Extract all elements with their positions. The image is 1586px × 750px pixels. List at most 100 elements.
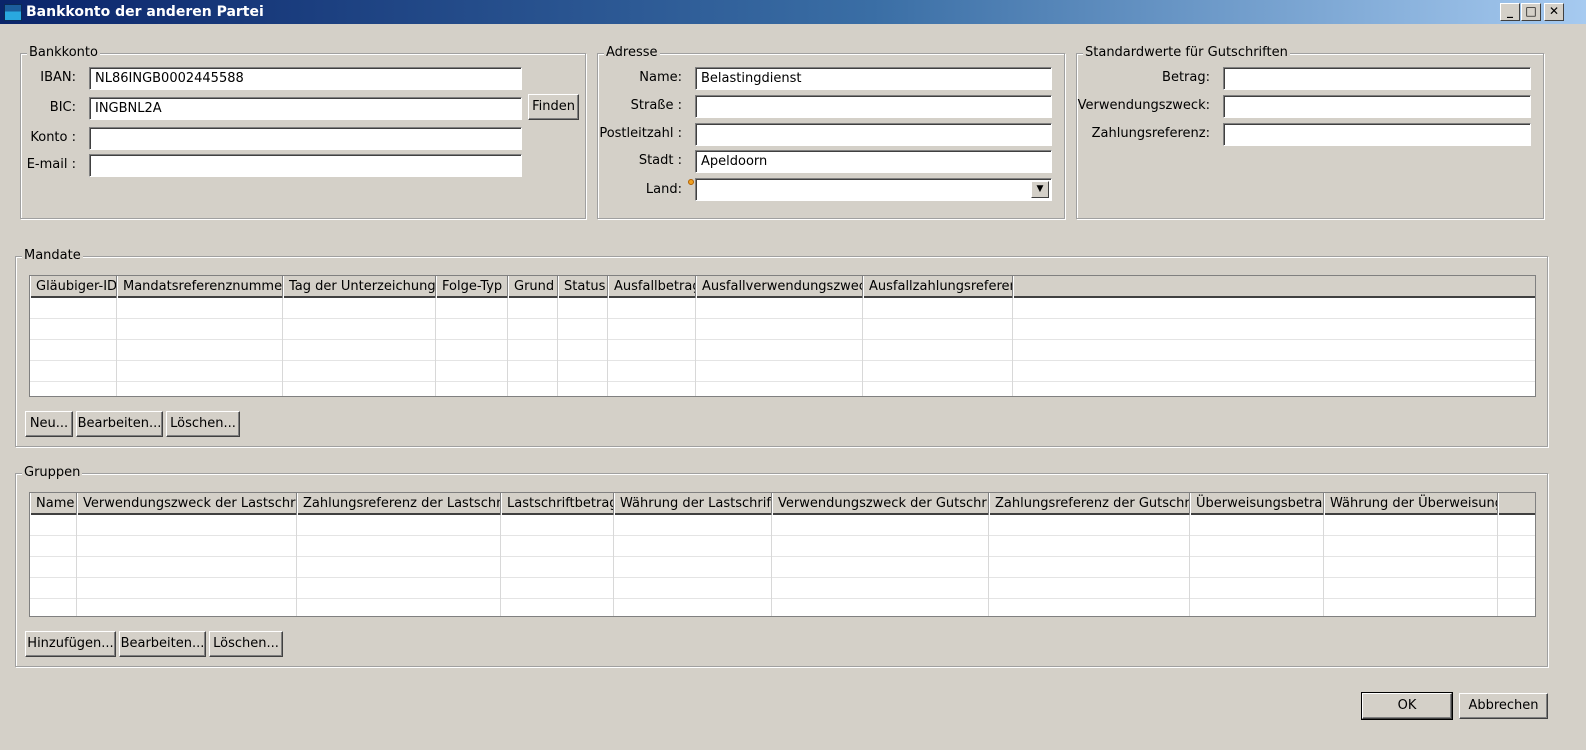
mandates-table-cell[interactable] (696, 298, 863, 319)
groups-table-cell[interactable] (77, 557, 297, 578)
mandates-table-cell[interactable] (436, 298, 508, 319)
groups-col-name[interactable]: Name (30, 493, 77, 515)
groups-table-cell[interactable] (1190, 557, 1324, 578)
groups-table-cell[interactable] (501, 515, 614, 536)
name-field[interactable]: Belastingdienst (695, 67, 1052, 90)
mandates-table-cell[interactable] (117, 361, 283, 382)
mandates-table-row[interactable] (30, 340, 1535, 361)
mandates-table-cell[interactable] (696, 382, 863, 396)
mandates-table-cell[interactable] (283, 298, 436, 319)
groups-table-cell[interactable] (1324, 557, 1498, 578)
groups-table[interactable]: Name Verwendungszweck der Lastschrift Za… (29, 492, 1536, 617)
mandates-table-row[interactable] (30, 319, 1535, 340)
groups-table-cell[interactable] (1324, 536, 1498, 557)
find-button[interactable]: Finden (528, 94, 579, 120)
groups-table-cell[interactable] (989, 599, 1190, 616)
groups-table-cell[interactable] (772, 536, 989, 557)
groups-table-cell[interactable] (501, 578, 614, 599)
groups-col-transfer-currency[interactable]: Währung der Überweisung (1324, 493, 1498, 515)
mandates-table-cell[interactable] (30, 340, 117, 361)
groups-table-cell[interactable] (30, 536, 77, 557)
mandates-table-cell[interactable] (436, 382, 508, 396)
mandates-table-cell[interactable] (436, 361, 508, 382)
groups-table-cell[interactable] (297, 599, 501, 616)
groups-col-transfer-amount[interactable]: Überweisungsbetrag (1190, 493, 1324, 515)
mandates-table-cell[interactable] (696, 340, 863, 361)
mandates-table-cell[interactable] (436, 319, 508, 340)
mandates-table-cell[interactable] (558, 361, 608, 382)
mandates-edit-button[interactable]: Bearbeiten... (76, 411, 163, 437)
groups-table-cell[interactable] (77, 515, 297, 536)
iban-field[interactable]: NL86INGB0002445588 (89, 67, 522, 90)
mandates-table-cell[interactable] (608, 298, 696, 319)
mandates-table-row[interactable] (30, 298, 1535, 319)
groups-col-debit-currency[interactable]: Währung der Lastschrift (614, 493, 772, 515)
groups-table-cell[interactable] (989, 536, 1190, 557)
mandates-col-status[interactable]: Status (558, 276, 608, 298)
mandates-table-cell[interactable] (30, 298, 117, 319)
mandates-table-row[interactable] (30, 382, 1535, 396)
mandates-table-cell[interactable] (608, 319, 696, 340)
mandates-table-cell[interactable] (863, 382, 1013, 396)
mandates-table-cell[interactable] (696, 361, 863, 382)
mandates-table-cell[interactable] (283, 319, 436, 340)
groups-table-cell[interactable] (77, 578, 297, 599)
mandates-table-cell[interactable] (863, 340, 1013, 361)
mandates-col-fallback-purpose[interactable]: Ausfallverwendungszweck (696, 276, 863, 298)
mandates-col-signing-date[interactable]: Tag der Unterzeichung (283, 276, 436, 298)
mandates-table-cell[interactable] (283, 361, 436, 382)
groups-table-cell[interactable] (1190, 536, 1324, 557)
groups-table-cell[interactable] (614, 578, 772, 599)
groups-table-cell[interactable] (989, 515, 1190, 536)
mandates-table-cell[interactable] (30, 319, 117, 340)
mandates-table-cell[interactable] (863, 361, 1013, 382)
amount-field[interactable] (1223, 67, 1531, 90)
groups-table-cell[interactable] (1324, 578, 1498, 599)
mandates-col-reason[interactable]: Grund (508, 276, 558, 298)
minimize-button[interactable]: _ (1500, 3, 1520, 21)
mandates-table-cell[interactable] (508, 361, 558, 382)
groups-table-cell[interactable] (614, 515, 772, 536)
mandates-table-cell[interactable] (30, 382, 117, 396)
postal-code-field[interactable] (695, 123, 1052, 146)
groups-table-cell[interactable] (614, 557, 772, 578)
groups-col-debit-purpose[interactable]: Verwendungszweck der Lastschrift (77, 493, 297, 515)
groups-table-cell[interactable] (501, 557, 614, 578)
mandates-table-cell[interactable] (283, 382, 436, 396)
mandates-table-cell[interactable] (863, 319, 1013, 340)
groups-table-cell[interactable] (30, 515, 77, 536)
groups-table-row[interactable] (30, 599, 1535, 616)
groups-add-button[interactable]: Hinzufügen... (25, 631, 116, 657)
mandates-table-cell[interactable] (608, 340, 696, 361)
email-field[interactable] (89, 154, 522, 177)
groups-table-cell[interactable] (1190, 599, 1324, 616)
groups-table-cell[interactable] (30, 578, 77, 599)
groups-table-cell[interactable] (30, 557, 77, 578)
chevron-down-icon[interactable]: ▼ (1031, 181, 1049, 198)
mandates-col-mandate-ref[interactable]: Mandatsreferenznummer (117, 276, 283, 298)
mandates-delete-button[interactable]: Löschen... (166, 411, 240, 437)
cancel-button[interactable]: Abbrechen (1459, 693, 1548, 719)
groups-table-cell[interactable] (1190, 578, 1324, 599)
groups-table-row[interactable] (30, 557, 1535, 578)
groups-table-row[interactable] (30, 515, 1535, 536)
groups-edit-button[interactable]: Bearbeiten... (119, 631, 206, 657)
bic-field[interactable]: INGBNL2A (89, 97, 522, 120)
groups-table-cell[interactable] (1324, 599, 1498, 616)
groups-table-cell[interactable] (772, 557, 989, 578)
groups-table-cell[interactable] (1190, 515, 1324, 536)
street-field[interactable] (695, 95, 1052, 118)
purpose-field[interactable] (1223, 95, 1531, 118)
groups-table-cell[interactable] (77, 599, 297, 616)
mandates-table-cell[interactable] (696, 319, 863, 340)
mandates-table-cell[interactable] (558, 319, 608, 340)
mandates-table-cell[interactable] (283, 340, 436, 361)
groups-table-cell[interactable] (1324, 515, 1498, 536)
mandates-table-cell[interactable] (608, 361, 696, 382)
maximize-button[interactable]: □ (1521, 3, 1541, 21)
groups-table-cell[interactable] (501, 536, 614, 557)
mandates-table-cell[interactable] (508, 298, 558, 319)
groups-table-cell[interactable] (772, 578, 989, 599)
groups-table-cell[interactable] (989, 578, 1190, 599)
mandates-table-cell[interactable] (508, 382, 558, 396)
